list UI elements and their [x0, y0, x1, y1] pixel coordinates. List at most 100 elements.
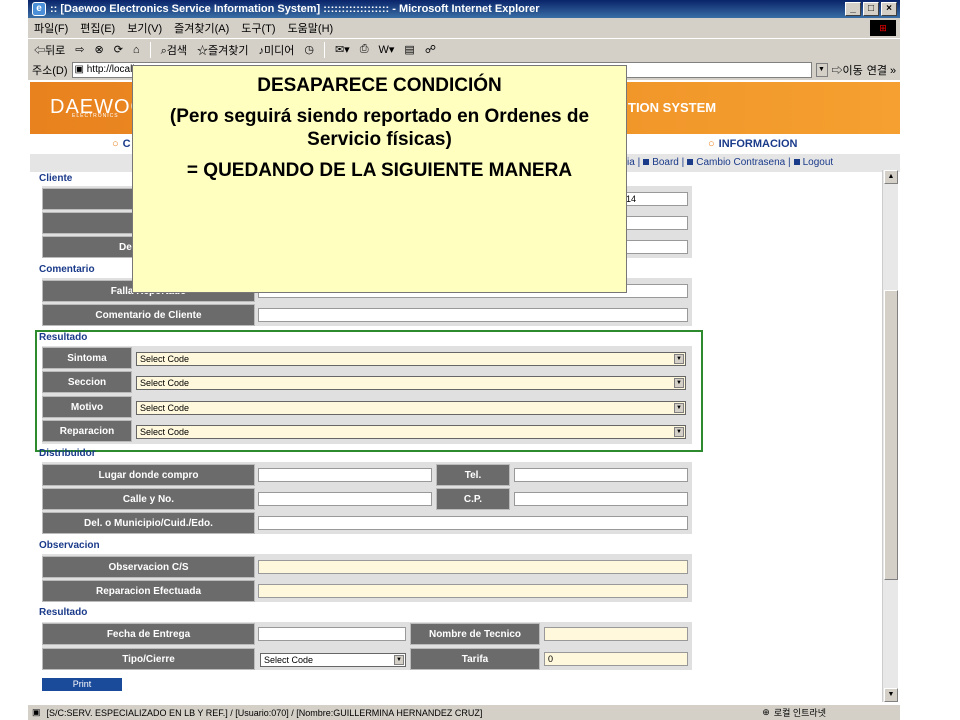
menu-favorites[interactable]: 즐겨찾기(A): [174, 20, 229, 36]
tarifa-field[interactable]: 0: [544, 652, 688, 666]
cliente-ca-field[interactable]: [622, 216, 688, 230]
fecha-entrega-text: Fecha de Entrega: [106, 628, 191, 640]
search-label: 검색: [166, 44, 187, 57]
status-text: [S/C:SERV. ESPECIALIZADO EN LB Y REF.] /…: [46, 707, 483, 718]
nav-links: cia | Board | Cambio Contrasena | Logout: [622, 157, 834, 168]
go-label: 이동: [842, 65, 863, 77]
del-municipio-label: Del. o Municipio/Cuid./Edo.: [42, 512, 255, 534]
home-icon[interactable]: ⌂: [133, 44, 140, 56]
address-dropdown-icon[interactable]: ▼: [815, 63, 828, 77]
note-line-1: DESAPARECE CONDICIÓN: [257, 75, 502, 96]
lugar-compro-text: Lugar donde compro: [98, 469, 199, 481]
menu-file[interactable]: 파일(F): [34, 20, 68, 36]
nav-link-logout[interactable]: Logout: [803, 157, 834, 168]
daewoo-logo-sub: ELECTRONICS: [72, 113, 119, 119]
reparacion-efectuada-field[interactable]: [258, 584, 688, 598]
media-label: 미디어: [263, 44, 295, 57]
menu-edit[interactable]: 편집(E): [80, 20, 115, 36]
note-line-2: (Pero seguirá siendo reportado en Ordene…: [169, 106, 590, 150]
menu-help[interactable]: 도움말(H): [288, 20, 334, 36]
reparacion-efectuada-text: Reparacion Efectuada: [95, 585, 202, 597]
maximize-button[interactable]: □: [863, 2, 879, 16]
cp-field[interactable]: [514, 492, 688, 506]
lugar-compro-label: Lugar donde compro: [42, 464, 255, 486]
go-button[interactable]: ⇨이동: [832, 62, 863, 78]
comentario-cliente-text: Comentario de Cliente: [95, 309, 202, 321]
section-observacion: Observacion: [39, 540, 100, 551]
page-icon: ▣: [74, 64, 87, 75]
section-resultado-2: Resultado: [39, 607, 88, 618]
tab-c-label: C: [122, 138, 131, 150]
search-button[interactable]: ⌕검색: [161, 42, 187, 58]
nombre-tecnico-label: Nombre de Tecnico: [410, 623, 540, 645]
lugar-compro-field[interactable]: [258, 468, 432, 482]
mail-icon[interactable]: ✉▾: [335, 43, 350, 56]
scroll-up-icon[interactable]: ▲: [884, 170, 898, 184]
comentario-cliente-label: Comentario de Cliente: [42, 304, 255, 326]
tel-label: Tel.: [436, 464, 510, 486]
square-icon: [687, 159, 694, 165]
minimize-button[interactable]: _: [845, 2, 861, 16]
tab-informacion[interactable]: ○ INFORMACION: [708, 138, 797, 150]
print-button[interactable]: Print: [42, 678, 122, 691]
calle-text: Calle y No.: [122, 493, 175, 505]
del-municipio-field[interactable]: [258, 516, 688, 530]
nav-link-board[interactable]: Board: [652, 157, 679, 168]
calle-field[interactable]: [258, 492, 432, 506]
cliente-n-field[interactable]: 14: [622, 192, 688, 206]
fecha-entrega-label: Fecha de Entrega: [42, 623, 255, 645]
tab-c[interactable]: ○ C: [112, 138, 131, 150]
system-title: TION SYSTEM: [628, 100, 717, 115]
media-button[interactable]: ♪미디어: [258, 42, 294, 58]
note-line-3: = QUEDANDO DE LA SIGUIENTE MANERA: [186, 160, 573, 181]
highlight-box: [35, 330, 703, 452]
ring-icon: ○: [708, 138, 715, 150]
section-comentario: Comentario: [39, 264, 95, 275]
intranet-icon: ⊕: [762, 707, 770, 717]
status-bar: ▣ [S/C:SERV. ESPECIALIZADO EN LB Y REF.]…: [28, 704, 900, 720]
toolbar: ⇦뒤로 ⇨ ⊗ ⟳ ⌂ ⌕검색 ☆즐겨찾기 ♪미디어 ◷ ✉▾ ⎙ W▾ ▤ ☍: [28, 38, 900, 60]
nav-link-cambio-contrasena[interactable]: Cambio Contrasena: [696, 157, 785, 168]
status-zone-text: 로컬 인트라넷: [773, 708, 826, 718]
window-controls: _ □ ×: [845, 2, 897, 16]
calle-label: Calle y No.: [42, 488, 255, 510]
comentario-cliente-field[interactable]: [258, 308, 688, 322]
tel-field[interactable]: [514, 468, 688, 482]
favorites-button[interactable]: ☆즐겨찾기: [197, 42, 248, 58]
toolbar-separator: [323, 41, 325, 58]
stop-icon[interactable]: ⊗: [94, 43, 103, 56]
tipo-cierre-label: Tipo/Cierre: [42, 648, 255, 670]
tipo-cierre-value: Select Code: [264, 655, 314, 665]
history-icon[interactable]: ◷: [304, 43, 314, 56]
fecha-entrega-field[interactable]: [258, 627, 406, 641]
tarifa-text: Tarifa: [461, 653, 489, 665]
messenger-icon[interactable]: ☍: [425, 43, 436, 56]
ie-icon: e: [32, 2, 46, 16]
scroll-down-icon[interactable]: ▼: [884, 688, 898, 702]
menu-bar: 파일(F) 편집(E) 보기(V) 즐겨찾기(A) 도구(T) 도움말(H) ⊞: [28, 18, 900, 38]
menu-view[interactable]: 보기(V): [127, 20, 162, 36]
cliente-del-field[interactable]: [622, 240, 688, 254]
vertical-scrollbar[interactable]: ▲ ▼: [882, 170, 898, 702]
nombre-tecnico-field[interactable]: [544, 627, 688, 641]
print-icon[interactable]: ⎙: [360, 43, 369, 56]
del-municipio-text: Del. o Municipio/Cuid./Edo.: [84, 517, 213, 529]
discuss-icon[interactable]: ▤: [404, 43, 414, 56]
observacion-cs-field[interactable]: [258, 560, 688, 574]
forward-button[interactable]: ⇨: [75, 43, 84, 56]
menu-tools[interactable]: 도구(T): [241, 20, 275, 36]
links-button[interactable]: 연결 »: [867, 62, 896, 78]
scroll-thumb[interactable]: [884, 290, 898, 580]
tipo-cierre-text: Tipo/Cierre: [122, 653, 175, 665]
close-button[interactable]: ×: [881, 2, 897, 16]
refresh-icon[interactable]: ⟳: [114, 43, 123, 56]
back-button[interactable]: ⇦뒤로: [34, 42, 65, 58]
cp-text: C.P.: [463, 493, 483, 505]
tipo-cierre-select[interactable]: Select Code ▼: [260, 653, 406, 667]
edit-icon[interactable]: W▾: [379, 43, 395, 56]
tarifa-label: Tarifa: [410, 648, 540, 670]
square-icon: [793, 159, 800, 165]
section-distribuidor: Distribuidor: [39, 448, 96, 459]
windows-logo-icon: ⊞: [870, 20, 896, 36]
annotation-note: DESAPARECE CONDICIÓN (Pero seguirá siend…: [132, 65, 627, 293]
